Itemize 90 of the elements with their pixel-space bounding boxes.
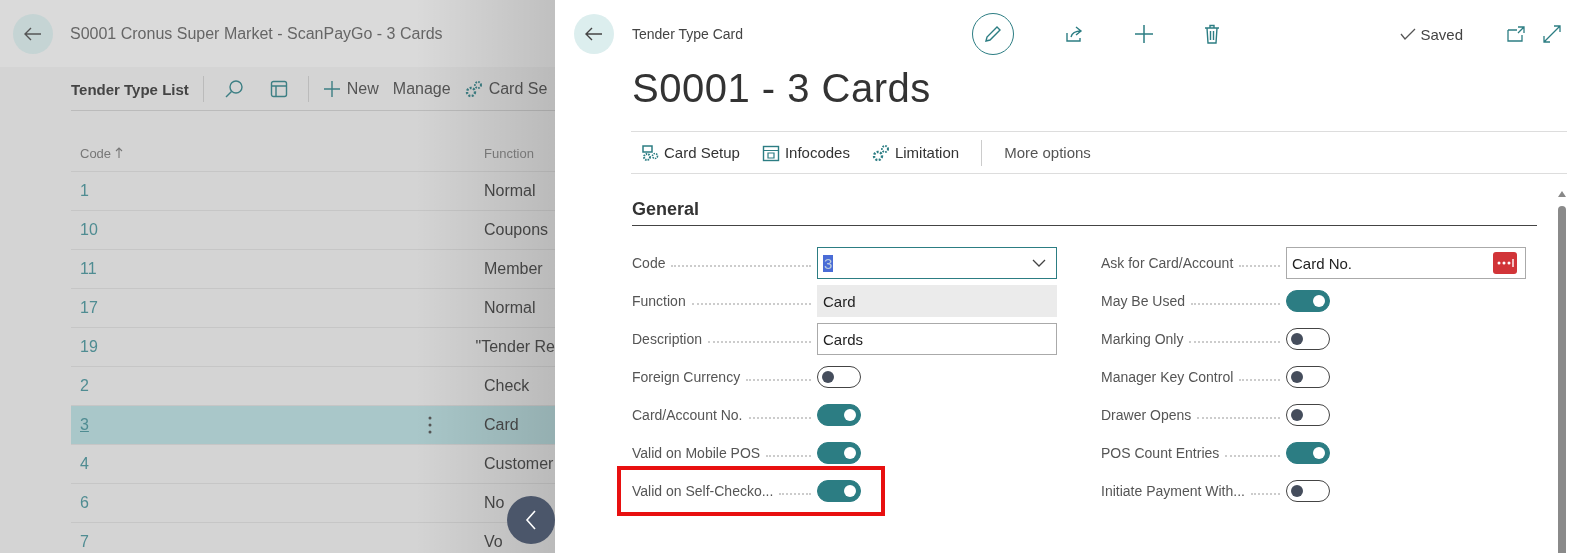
back-arrow-icon [585, 27, 603, 41]
table-cell[interactable]: 7 [71, 533, 484, 551]
field-label: Description [632, 331, 703, 347]
field-label: POS Count Entries [1101, 445, 1220, 461]
column-header[interactable]: Code [71, 145, 484, 161]
plus-icon[interactable] [1134, 24, 1154, 44]
table-cell: "Tender Re [475, 338, 555, 356]
action-button[interactable]: Infocodes [761, 143, 850, 162]
toolbar-button[interactable]: New [322, 80, 379, 98]
sort-arrow-icon [115, 147, 124, 159]
table-cell[interactable]: 2 [71, 377, 484, 395]
table-cell: Customer [484, 455, 554, 473]
gears-icon [464, 80, 483, 98]
scrollbar-thumb[interactable] [1558, 206, 1566, 553]
field-label: Marking Only [1101, 331, 1184, 347]
expand-icon[interactable] [1543, 25, 1561, 43]
lookup-icon[interactable] [1493, 252, 1517, 274]
field-label: Valid on Mobile POS [632, 445, 761, 461]
record-title: S0001 - 3 Cards [632, 66, 932, 111]
search-icon[interactable] [223, 79, 244, 99]
chevron-down-icon [1032, 259, 1046, 267]
share-icon[interactable] [1064, 25, 1084, 43]
table-cell: Vo [484, 533, 503, 551]
more-icon[interactable] [428, 416, 432, 434]
field-label: Initiate Payment With... [1101, 483, 1245, 499]
toggle-switch[interactable] [1286, 366, 1330, 388]
toggle-switch[interactable] [1286, 328, 1330, 350]
table-cell: Normal [484, 182, 536, 200]
plus-icon [322, 80, 341, 98]
table-cell: Coupons [484, 221, 549, 239]
collapse-button[interactable] [507, 496, 555, 544]
table-cell[interactable]: 19 [71, 338, 476, 356]
toolbar-button[interactable]: Card Se [464, 80, 548, 98]
table-cell[interactable]: 4 [71, 455, 484, 473]
table-cell[interactable]: 3 [71, 416, 484, 434]
toggle-switch[interactable] [1286, 290, 1330, 312]
table-cell: Member [484, 260, 543, 278]
action-button[interactable]: More options [1004, 144, 1091, 161]
card-setup-icon [641, 143, 659, 162]
action-button[interactable]: Limitation [871, 143, 960, 162]
list-title: Tender Type List [71, 80, 189, 98]
field-label: Valid on Self-Checko... [632, 483, 774, 499]
pencil-icon [983, 24, 1003, 44]
delete-icon[interactable] [1204, 24, 1220, 44]
toggle-switch[interactable] [1286, 480, 1330, 502]
field-label: Manager Key Control [1101, 369, 1234, 385]
readonly-field: Card [817, 285, 1057, 317]
table-cell: No [484, 494, 505, 512]
page-title: S0001 Cronus Super Market - ScanPayGo - 3 Cards [70, 24, 443, 43]
back-arrow-icon [24, 26, 42, 41]
selected-row[interactable]: 3 Card [71, 406, 555, 445]
section-heading[interactable]: General [632, 199, 1537, 226]
breadcrumb: Tender Type Card [632, 26, 745, 42]
field-label: Function [632, 293, 686, 309]
table-cell[interactable]: 6 [71, 494, 484, 512]
layout-icon[interactable] [269, 80, 288, 98]
action-button[interactable]: Card Setup [641, 143, 740, 162]
calendar-icon [761, 143, 780, 162]
field-label: Drawer Opens [1101, 407, 1192, 423]
dropdown-field[interactable]: 3 [817, 247, 1057, 279]
field-label: Foreign Currency [632, 369, 741, 385]
lookup-field[interactable]: Card No. [1286, 247, 1526, 279]
toggle-switch[interactable] [817, 366, 861, 388]
toggle-switch[interactable] [817, 480, 861, 502]
back-button[interactable] [574, 14, 614, 54]
field-label: May Be Used [1101, 293, 1186, 309]
toolbar-button[interactable]: Manage [392, 80, 451, 98]
toggle-switch[interactable] [1286, 442, 1330, 464]
chevron-left-icon [525, 510, 537, 530]
check-icon [1400, 28, 1417, 40]
saved-status: Saved [1400, 25, 1463, 43]
field-label: Code [632, 255, 666, 271]
toggle-switch[interactable] [1286, 404, 1330, 426]
open-new-window-icon[interactable] [1507, 26, 1525, 42]
toggle-switch[interactable] [817, 404, 861, 426]
table-cell[interactable]: 10 [71, 221, 484, 239]
toggle-switch[interactable] [817, 442, 861, 464]
column-header[interactable]: Function [484, 145, 534, 161]
input-field[interactable]: Cards [817, 323, 1057, 355]
gears-icon [871, 143, 890, 162]
table-cell: Normal [484, 299, 536, 317]
table-cell[interactable]: 17 [71, 299, 484, 317]
table-cell: Card [484, 416, 519, 434]
back-button[interactable] [13, 13, 53, 54]
table-cell: Check [484, 377, 530, 395]
table-cell[interactable]: 1 [71, 182, 484, 200]
field-label: Card/Account No. [632, 407, 743, 423]
table-cell[interactable]: 11 [71, 260, 484, 278]
field-label: Ask for Card/Account [1101, 255, 1234, 271]
scroll-up-icon[interactable] [1557, 190, 1567, 198]
